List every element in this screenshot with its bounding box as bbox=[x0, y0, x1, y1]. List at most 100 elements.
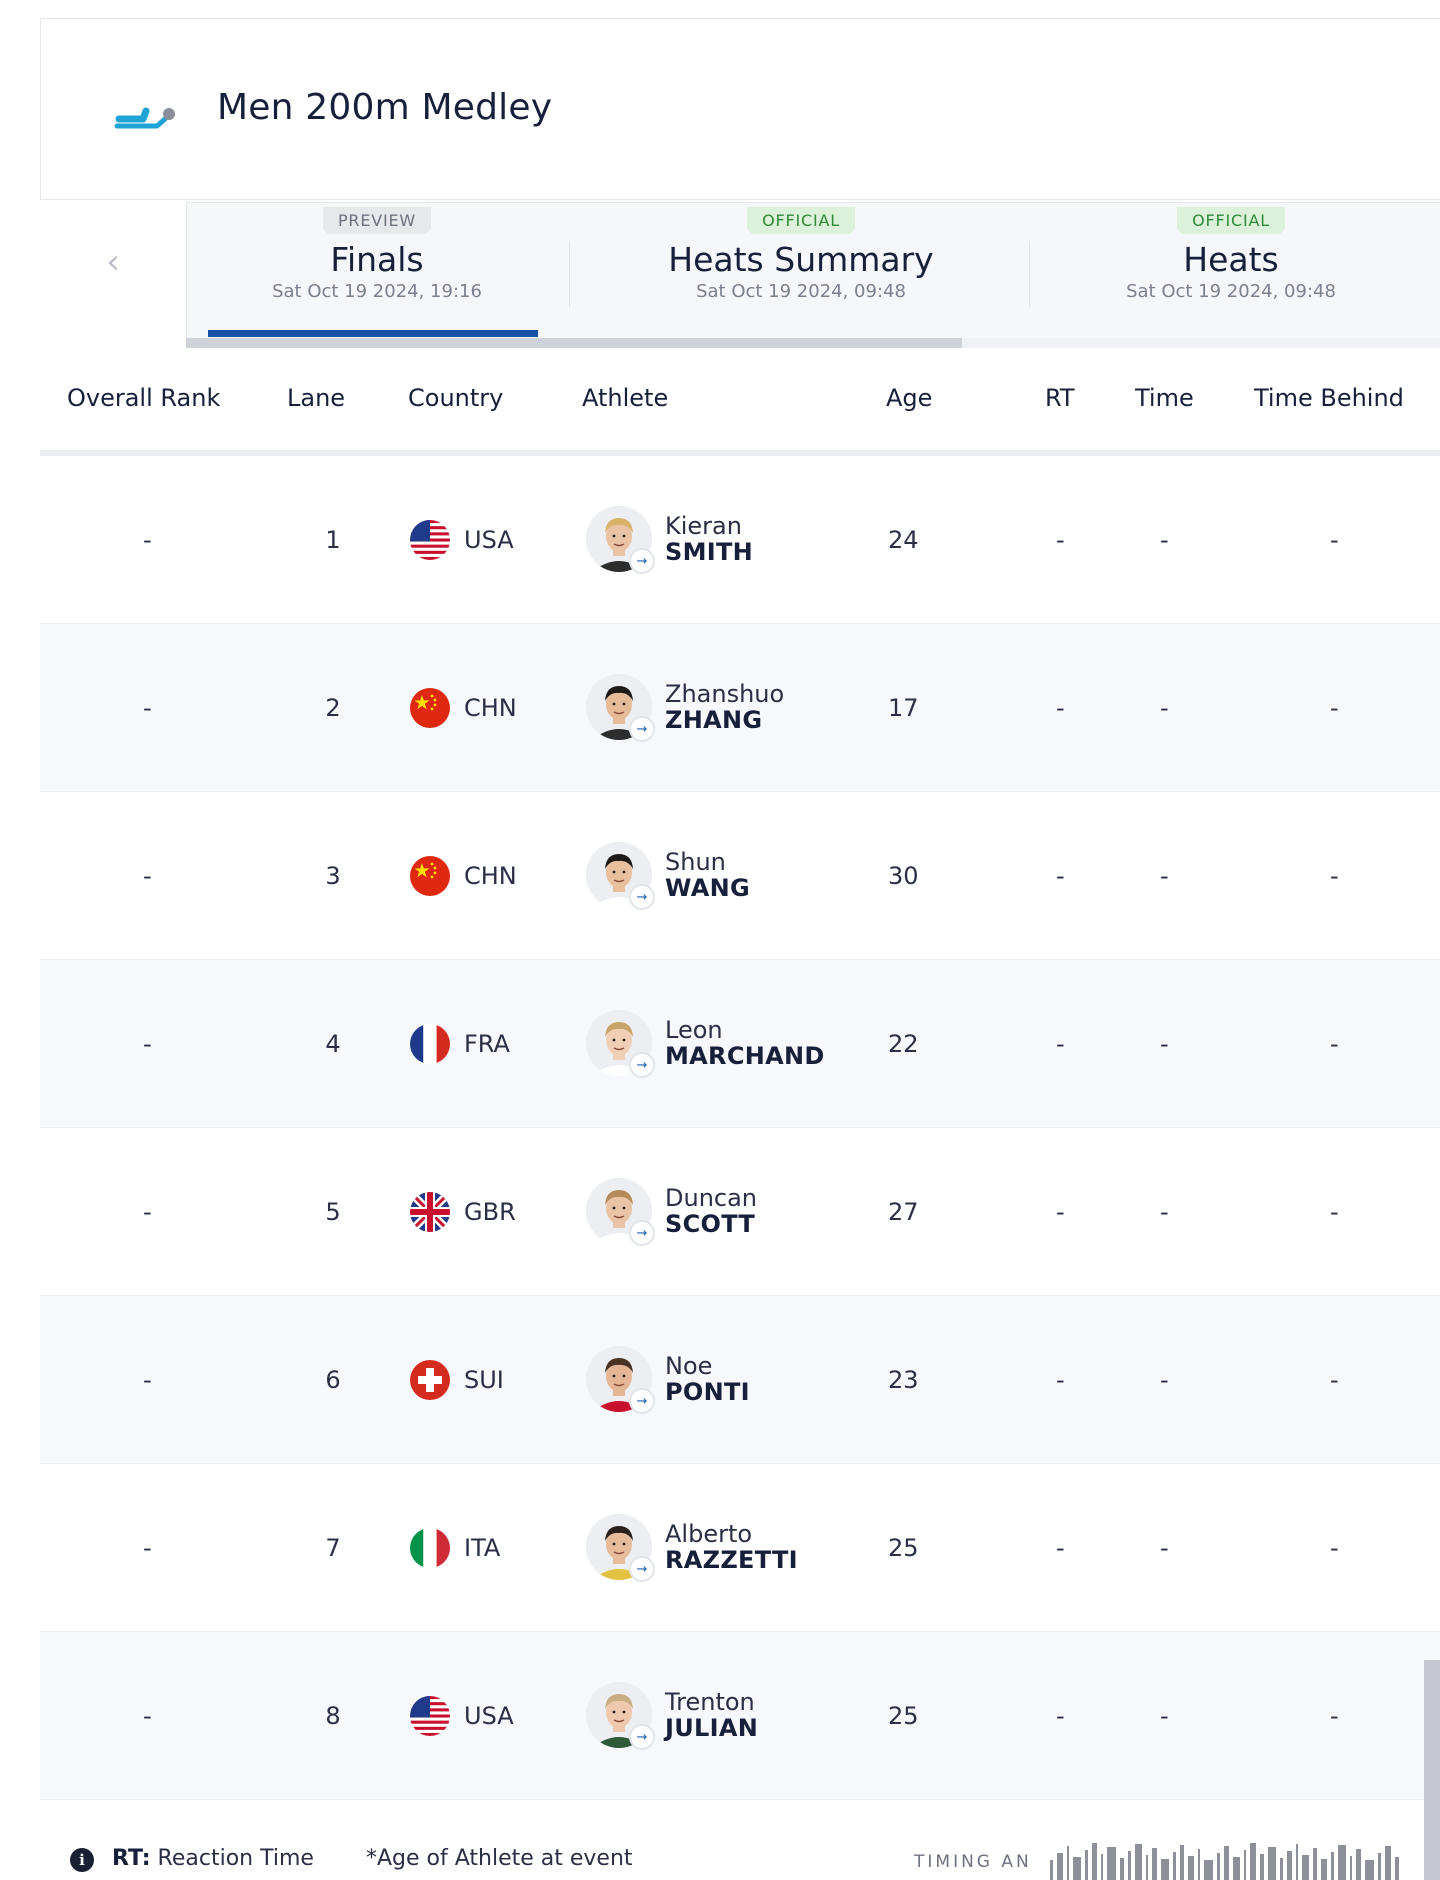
status-badge: OFFICIAL bbox=[747, 207, 855, 234]
timing-label: TIMING AN bbox=[914, 1852, 1032, 1872]
age-value: 17 bbox=[888, 694, 919, 722]
rt-value: - bbox=[1056, 1198, 1065, 1226]
table-row[interactable]: - 3 CHN → Shun WANG 30 - - - bbox=[40, 792, 1440, 960]
country-code: SUI bbox=[464, 1366, 504, 1394]
rank-value: - bbox=[143, 1702, 152, 1730]
table-row[interactable]: - 1 USA → Kieran SMITH 24 - - - bbox=[40, 456, 1440, 624]
lane-value: 2 bbox=[325, 694, 341, 722]
column-header-rank: Overall Rank bbox=[67, 384, 221, 412]
athlete-last-name[interactable]: PONTI bbox=[665, 1378, 750, 1406]
athlete-first-name[interactable]: Shun bbox=[665, 848, 726, 876]
athlete-last-name[interactable]: WANG bbox=[665, 874, 750, 902]
athlete-first-name[interactable]: Zhanshuo bbox=[665, 680, 784, 708]
athlete-last-name[interactable]: MARCHAND bbox=[665, 1042, 825, 1070]
event-header: Men 200m Medley bbox=[40, 18, 1440, 200]
time-value: - bbox=[1160, 694, 1169, 722]
flag-gbr-icon bbox=[410, 1192, 450, 1232]
country-code: CHN bbox=[464, 694, 517, 722]
column-header-time: Time bbox=[1135, 384, 1194, 412]
swimmer-icon bbox=[114, 107, 175, 129]
athlete-last-name[interactable]: SCOTT bbox=[665, 1210, 755, 1238]
time-behind-value: - bbox=[1330, 1534, 1339, 1562]
athlete-first-name[interactable]: Noe bbox=[665, 1352, 712, 1380]
athlete-last-name[interactable]: JULIAN bbox=[665, 1714, 758, 1742]
arrow-right-icon[interactable]: → bbox=[629, 1724, 655, 1750]
results-table-header: Overall Rank Lane Country Athlete Age RT… bbox=[40, 348, 1440, 456]
tab-heats-summary[interactable]: OFFICIAL Heats Summary Sat Oct 19 2024, … bbox=[571, 203, 1031, 339]
athlete-last-name[interactable]: RAZZETTI bbox=[665, 1546, 798, 1574]
time-value: - bbox=[1160, 1702, 1169, 1730]
athlete-first-name[interactable]: Duncan bbox=[665, 1184, 757, 1212]
arrow-right-icon[interactable]: → bbox=[629, 1052, 655, 1078]
arrow-right-icon[interactable]: → bbox=[629, 884, 655, 910]
tabs-scrollbar-thumb[interactable] bbox=[186, 338, 962, 348]
status-badge: OFFICIAL bbox=[1177, 207, 1285, 234]
tab-date: Sat Oct 19 2024, 09:48 bbox=[696, 281, 906, 302]
rt-value: - bbox=[1056, 862, 1065, 890]
athlete-last-name[interactable]: SMITH bbox=[665, 538, 753, 566]
arrow-right-icon[interactable]: → bbox=[629, 548, 655, 574]
table-row[interactable]: - 7 ITA → Alberto RAZZETTI 25 - - - bbox=[40, 1464, 1440, 1632]
flag-usa-icon bbox=[410, 1696, 450, 1736]
chevron-left-icon: ‹ bbox=[106, 242, 120, 282]
arrow-right-icon[interactable]: → bbox=[629, 716, 655, 742]
country-code: GBR bbox=[464, 1198, 516, 1226]
rank-value: - bbox=[143, 862, 152, 890]
age-value: 22 bbox=[888, 1030, 919, 1058]
arrow-right-icon[interactable]: → bbox=[629, 1220, 655, 1246]
time-behind-value: - bbox=[1330, 862, 1339, 890]
athlete-first-name[interactable]: Alberto bbox=[665, 1520, 752, 1548]
lane-value: 5 bbox=[325, 1198, 341, 1226]
rank-value: - bbox=[143, 694, 152, 722]
rank-value: - bbox=[143, 1366, 152, 1394]
flag-sui-icon bbox=[410, 1360, 450, 1400]
age-legend: *Age of Athlete at event bbox=[366, 1846, 633, 1871]
rank-value: - bbox=[143, 1198, 152, 1226]
table-row[interactable]: - 8 USA → Trenton JULIAN 25 - - - bbox=[40, 1632, 1440, 1800]
arrow-right-icon[interactable]: → bbox=[629, 1556, 655, 1582]
info-icon: i bbox=[70, 1848, 94, 1872]
time-value: - bbox=[1160, 1366, 1169, 1394]
athlete-first-name[interactable]: Trenton bbox=[665, 1688, 755, 1716]
age-value: 25 bbox=[888, 1702, 919, 1730]
flag-chn-icon bbox=[410, 688, 450, 728]
table-row[interactable]: - 6 SUI → Noe PONTI 23 - - - bbox=[40, 1296, 1440, 1464]
rt-legend: RT: Reaction Time bbox=[112, 1846, 314, 1871]
table-row[interactable]: - 2 CHN → Zhanshuo ZHANG 17 - - - bbox=[40, 624, 1440, 792]
column-header-time-behind: Time Behind bbox=[1254, 384, 1404, 412]
flag-fra-icon bbox=[410, 1024, 450, 1064]
column-header-age: Age bbox=[886, 384, 933, 412]
flag-usa-icon bbox=[410, 520, 450, 560]
country-code: USA bbox=[464, 526, 514, 554]
time-value: - bbox=[1160, 1534, 1169, 1562]
rt-value: - bbox=[1056, 526, 1065, 554]
tab-date: Sat Oct 19 2024, 19:16 bbox=[272, 281, 482, 302]
table-row[interactable]: - 5 GBR → Duncan SCOTT 27 - - - bbox=[40, 1128, 1440, 1296]
column-header-country: Country bbox=[408, 384, 504, 412]
country-code: ITA bbox=[464, 1534, 501, 1562]
arrow-right-icon[interactable]: → bbox=[629, 1388, 655, 1414]
tabs-prev-button[interactable]: ‹ bbox=[40, 200, 186, 348]
athlete-first-name[interactable]: Leon bbox=[665, 1016, 723, 1044]
country-code: FRA bbox=[464, 1030, 510, 1058]
age-value: 27 bbox=[888, 1198, 919, 1226]
phase-tabs: ‹ PREVIEW Finals Sat Oct 19 2024, 19:16 … bbox=[40, 200, 1440, 348]
country-code: USA bbox=[464, 1702, 514, 1730]
age-value: 23 bbox=[888, 1366, 919, 1394]
tabs-scrollbar[interactable] bbox=[186, 338, 1440, 348]
column-header-rt: RT bbox=[1045, 384, 1075, 412]
table-row[interactable]: - 4 FRA → Leon MARCHAND 22 - - - bbox=[40, 960, 1440, 1128]
rank-value: - bbox=[143, 1534, 152, 1562]
tab-heats[interactable]: OFFICIAL Heats Sat Oct 19 2024, 09:48 bbox=[1031, 203, 1431, 339]
age-value: 25 bbox=[888, 1534, 919, 1562]
lane-value: 4 bbox=[325, 1030, 341, 1058]
athlete-last-name[interactable]: ZHANG bbox=[665, 706, 762, 734]
tabs-strip: PREVIEW Finals Sat Oct 19 2024, 19:16 OF… bbox=[186, 202, 1440, 338]
time-behind-value: - bbox=[1330, 1366, 1339, 1394]
lane-value: 7 bbox=[325, 1534, 341, 1562]
tab-finals[interactable]: PREVIEW Finals Sat Oct 19 2024, 19:16 bbox=[187, 203, 567, 339]
column-header-lane: Lane bbox=[287, 384, 346, 412]
athlete-first-name[interactable]: Kieran bbox=[665, 512, 742, 540]
rank-value: - bbox=[143, 1030, 152, 1058]
country-code: CHN bbox=[464, 862, 517, 890]
